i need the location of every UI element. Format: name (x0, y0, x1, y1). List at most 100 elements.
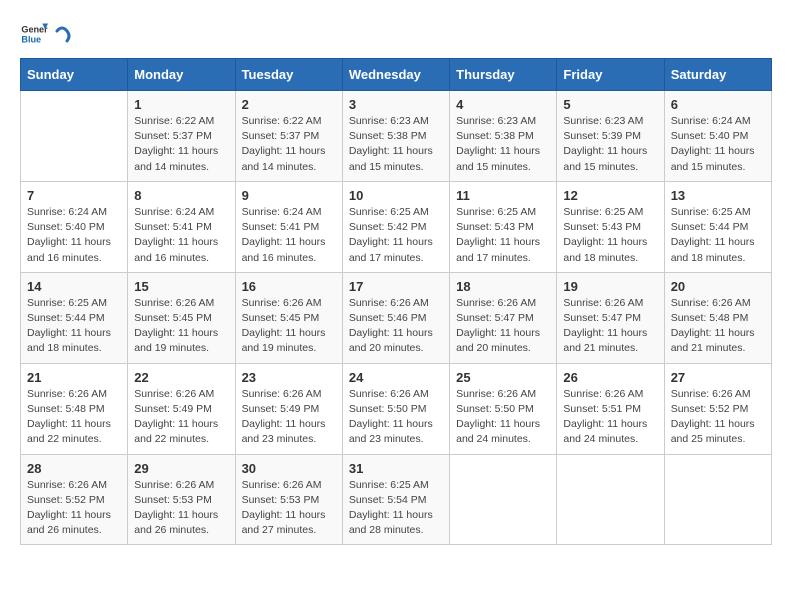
day-info: Sunrise: 6:26 AM Sunset: 5:52 PM Dayligh… (27, 478, 121, 539)
calendar-table: SundayMondayTuesdayWednesdayThursdayFrid… (20, 58, 772, 545)
day-header-wednesday: Wednesday (342, 59, 449, 91)
day-info: Sunrise: 6:24 AM Sunset: 5:40 PM Dayligh… (671, 114, 765, 175)
calendar-cell: 24 Sunrise: 6:26 AM Sunset: 5:50 PM Dayli… (342, 363, 449, 454)
calendar-cell (450, 454, 557, 545)
calendar-cell: 11Sunrise: 6:25 AM Sunset: 5:43 PM Dayli… (450, 181, 557, 272)
calendar-cell: 22 Sunrise: 6:26 AM Sunset: 5:49 PM Dayli… (128, 363, 235, 454)
day-number: 20 (671, 279, 765, 294)
day-number: 31 (349, 461, 443, 476)
day-header-monday: Monday (128, 59, 235, 91)
day-info: Sunrise: 6:26 AM Sunset: 5:49 PM Dayligh… (134, 387, 228, 448)
calendar-cell: 5 Sunrise: 6:23 AM Sunset: 5:39 PM Daylig… (557, 91, 664, 182)
day-info: Sunrise: 6:23 AM Sunset: 5:38 PM Dayligh… (456, 114, 550, 175)
calendar-cell: 27 Sunrise: 6:26 AM Sunset: 5:52 PM Dayli… (664, 363, 771, 454)
logo-wave-icon (53, 23, 71, 45)
day-number: 3 (349, 97, 443, 112)
calendar-cell: 21 Sunrise: 6:26 AM Sunset: 5:48 PM Dayli… (21, 363, 128, 454)
day-info: Sunrise: 6:26 AM Sunset: 5:50 PM Dayligh… (349, 387, 443, 448)
calendar-cell: 17Sunrise: 6:26 AM Sunset: 5:46 PM Dayli… (342, 272, 449, 363)
calendar-cell (557, 454, 664, 545)
day-info: Sunrise: 6:26 AM Sunset: 5:48 PM Dayligh… (27, 387, 121, 448)
day-header-sunday: Sunday (21, 59, 128, 91)
calendar-cell: 25Sunrise: 6:26 AM Sunset: 5:50 PM Dayli… (450, 363, 557, 454)
day-header-saturday: Saturday (664, 59, 771, 91)
day-number: 23 (242, 370, 336, 385)
calendar-cell: 15Sunrise: 6:26 AM Sunset: 5:45 PM Dayli… (128, 272, 235, 363)
day-header-friday: Friday (557, 59, 664, 91)
day-info: Sunrise: 6:24 AM Sunset: 5:41 PM Dayligh… (242, 205, 336, 266)
day-number: 13 (671, 188, 765, 203)
week-row-4: 21 Sunrise: 6:26 AM Sunset: 5:48 PM Dayli… (21, 363, 772, 454)
day-number: 1 (134, 97, 228, 112)
week-row-2: 7 Sunrise: 6:24 AM Sunset: 5:40 PM Daylig… (21, 181, 772, 272)
calendar-cell: 4 Sunrise: 6:23 AM Sunset: 5:38 PM Daylig… (450, 91, 557, 182)
week-row-5: 28 Sunrise: 6:26 AM Sunset: 5:52 PM Dayli… (21, 454, 772, 545)
calendar-cell: 23 Sunrise: 6:26 AM Sunset: 5:49 PM Dayli… (235, 363, 342, 454)
calendar-cell: 9 Sunrise: 6:24 AM Sunset: 5:41 PM Daylig… (235, 181, 342, 272)
day-number: 6 (671, 97, 765, 112)
calendar-cell: 7 Sunrise: 6:24 AM Sunset: 5:40 PM Daylig… (21, 181, 128, 272)
day-number: 9 (242, 188, 336, 203)
day-info: Sunrise: 6:26 AM Sunset: 5:45 PM Dayligh… (242, 296, 336, 357)
day-number: 7 (27, 188, 121, 203)
day-header-thursday: Thursday (450, 59, 557, 91)
day-number: 2 (242, 97, 336, 112)
calendar-cell: 28 Sunrise: 6:26 AM Sunset: 5:52 PM Dayli… (21, 454, 128, 545)
day-info: Sunrise: 6:24 AM Sunset: 5:41 PM Dayligh… (134, 205, 228, 266)
day-info: Sunrise: 6:25 AM Sunset: 5:44 PM Dayligh… (671, 205, 765, 266)
day-info: Sunrise: 6:24 AM Sunset: 5:40 PM Dayligh… (27, 205, 121, 266)
day-number: 24 (349, 370, 443, 385)
calendar-cell: 2 Sunrise: 6:22 AM Sunset: 5:37 PM Daylig… (235, 91, 342, 182)
day-number: 18 (456, 279, 550, 294)
day-info: Sunrise: 6:25 AM Sunset: 5:43 PM Dayligh… (563, 205, 657, 266)
day-number: 27 (671, 370, 765, 385)
calendar-cell: 29 Sunrise: 6:26 AM Sunset: 5:53 PM Dayli… (128, 454, 235, 545)
day-info: Sunrise: 6:25 AM Sunset: 5:43 PM Dayligh… (456, 205, 550, 266)
calendar-body: 1 Sunrise: 6:22 AM Sunset: 5:37 PM Daylig… (21, 91, 772, 545)
calendar-cell: 18 Sunrise: 6:26 AM Sunset: 5:47 PM Dayli… (450, 272, 557, 363)
svg-text:Blue: Blue (21, 34, 41, 44)
calendar-cell: 12 Sunrise: 6:25 AM Sunset: 5:43 PM Dayli… (557, 181, 664, 272)
day-info: Sunrise: 6:25 AM Sunset: 5:44 PM Dayligh… (27, 296, 121, 357)
calendar-cell: 16 Sunrise: 6:26 AM Sunset: 5:45 PM Dayli… (235, 272, 342, 363)
calendar-cell: 20 Sunrise: 6:26 AM Sunset: 5:48 PM Dayli… (664, 272, 771, 363)
day-number: 21 (27, 370, 121, 385)
calendar-cell: 1Sunrise: 6:22 AM Sunset: 5:37 PM Daylig… (128, 91, 235, 182)
calendar-cell: 31 Sunrise: 6:25 AM Sunset: 5:54 PM Dayli… (342, 454, 449, 545)
day-info: Sunrise: 6:26 AM Sunset: 5:47 PM Dayligh… (563, 296, 657, 357)
day-number: 10 (349, 188, 443, 203)
calendar-cell (21, 91, 128, 182)
day-info: Sunrise: 6:26 AM Sunset: 5:49 PM Dayligh… (242, 387, 336, 448)
day-info: Sunrise: 6:22 AM Sunset: 5:37 PM Dayligh… (242, 114, 336, 175)
day-info: Sunrise: 6:25 AM Sunset: 5:42 PM Dayligh… (349, 205, 443, 266)
day-number: 29 (134, 461, 228, 476)
day-number: 22 (134, 370, 228, 385)
day-info: Sunrise: 6:23 AM Sunset: 5:39 PM Dayligh… (563, 114, 657, 175)
day-number: 26 (563, 370, 657, 385)
day-info: Sunrise: 6:26 AM Sunset: 5:47 PM Dayligh… (456, 296, 550, 357)
day-number: 25 (456, 370, 550, 385)
day-info: Sunrise: 6:26 AM Sunset: 5:52 PM Dayligh… (671, 387, 765, 448)
day-info: Sunrise: 6:26 AM Sunset: 5:46 PM Dayligh… (349, 296, 443, 357)
day-number: 16 (242, 279, 336, 294)
day-info: Sunrise: 6:23 AM Sunset: 5:38 PM Dayligh… (349, 114, 443, 175)
calendar-cell: 3 Sunrise: 6:23 AM Sunset: 5:38 PM Daylig… (342, 91, 449, 182)
day-number: 5 (563, 97, 657, 112)
day-number: 4 (456, 97, 550, 112)
logo: General Blue (20, 20, 72, 48)
day-info: Sunrise: 6:25 AM Sunset: 5:54 PM Dayligh… (349, 478, 443, 539)
day-number: 28 (27, 461, 121, 476)
calendar-cell: 8Sunrise: 6:24 AM Sunset: 5:41 PM Daylig… (128, 181, 235, 272)
day-info: Sunrise: 6:26 AM Sunset: 5:53 PM Dayligh… (242, 478, 336, 539)
calendar-cell: 30 Sunrise: 6:26 AM Sunset: 5:53 PM Dayli… (235, 454, 342, 545)
day-number: 30 (242, 461, 336, 476)
calendar-cell: 26Sunrise: 6:26 AM Sunset: 5:51 PM Dayli… (557, 363, 664, 454)
week-row-3: 14Sunrise: 6:25 AM Sunset: 5:44 PM Dayli… (21, 272, 772, 363)
header: General Blue (20, 20, 772, 48)
day-number: 19 (563, 279, 657, 294)
day-info: Sunrise: 6:26 AM Sunset: 5:48 PM Dayligh… (671, 296, 765, 357)
calendar-cell: 10 Sunrise: 6:25 AM Sunset: 5:42 PM Dayli… (342, 181, 449, 272)
day-number: 12 (563, 188, 657, 203)
days-of-week-row: SundayMondayTuesdayWednesdayThursdayFrid… (21, 59, 772, 91)
day-info: Sunrise: 6:26 AM Sunset: 5:53 PM Dayligh… (134, 478, 228, 539)
